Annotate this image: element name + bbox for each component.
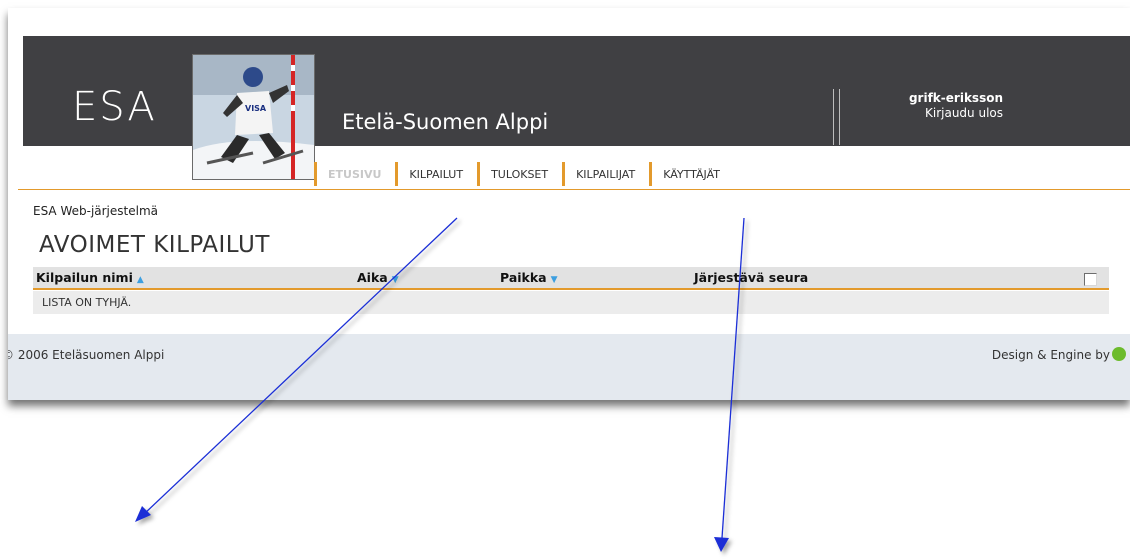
nav-item-label: KILPAILUT xyxy=(409,167,464,181)
header-divider xyxy=(833,89,843,145)
column-header-label: Järjestävä seura xyxy=(694,270,809,285)
select-all-checkbox[interactable] xyxy=(1084,273,1097,286)
page-card: ESA VISA Etelä-Suomen Alppi grifk-erikss… xyxy=(8,8,1130,400)
column-header-label: Kilpailun nimi xyxy=(36,270,133,285)
column-header-label: Paikka xyxy=(500,270,547,285)
header-photo: VISA xyxy=(192,54,315,180)
annotation-arrow-left-head xyxy=(135,506,151,522)
empty-list-row: LISTA ON TYHJÄ. xyxy=(33,291,1109,314)
logout-link[interactable]: Kirjaudu ulos xyxy=(873,106,1003,120)
nav-item-label: KILPAILIJAT xyxy=(576,167,636,181)
design-credit: Design & Engine by xyxy=(991,348,1110,362)
nav-item-tulokset[interactable]: TULOKSET xyxy=(477,162,562,186)
nav-item-label: ETUSIVU xyxy=(328,167,382,181)
annotation-arrow-right-head xyxy=(714,537,729,552)
user-panel: grifk-eriksson Kirjaudu ulos xyxy=(873,91,1003,120)
column-header-time[interactable]: Aika ▼ xyxy=(357,270,399,285)
nav-item-kilpailut[interactable]: KILPAILUT xyxy=(395,162,477,186)
username: grifk-eriksson xyxy=(908,91,1003,105)
main-nav: ETUSIVU KILPAILUT TULOKSET KILPAILIJAT K… xyxy=(314,160,734,188)
column-header-label: Aika xyxy=(357,270,388,285)
engine-logo-icon[interactable] xyxy=(1112,347,1126,361)
system-name: ESA Web-järjestelmä xyxy=(33,204,158,218)
column-header-name[interactable]: Kilpailun nimi ▲ xyxy=(36,270,144,285)
nav-item-etusivu[interactable]: ETUSIVU xyxy=(314,162,395,186)
nav-item-label: TULOKSET xyxy=(491,167,549,181)
svg-text:VISA: VISA xyxy=(245,104,267,113)
site-title: Etelä-Suomen Alppi xyxy=(342,110,549,134)
nav-item-label: KÄYTTÄJÄT xyxy=(663,167,720,181)
column-header-place[interactable]: Paikka ▼ xyxy=(500,270,558,285)
column-header-club[interactable]: Järjestävä seura xyxy=(694,270,808,285)
nav-divider xyxy=(18,189,1130,190)
site-header: ESA VISA Etelä-Suomen Alppi grifk-erikss… xyxy=(23,36,1130,180)
footer: © 2006 Eteläsuomen Alppi Design & Engine… xyxy=(8,334,1130,400)
esa-logo[interactable]: ESA xyxy=(72,84,157,130)
sort-desc-icon[interactable]: ▼ xyxy=(392,275,399,285)
competitions-table: Kilpailun nimi ▲ Aika ▼ Paikka ▼ Järjestävä… xyxy=(33,267,1109,314)
sort-asc-icon[interactable]: ▲ xyxy=(137,275,144,285)
copyright-text: © 2006 Eteläsuomen Alppi xyxy=(8,348,165,362)
nav-item-kayttajat[interactable]: KÄYTTÄJÄT xyxy=(649,162,734,186)
nav-item-kilpailijat[interactable]: KILPAILIJAT xyxy=(562,162,649,186)
sort-desc-icon[interactable]: ▼ xyxy=(551,275,558,285)
page-title: AVOIMET KILPAILUT xyxy=(39,232,270,258)
table-header: Kilpailun nimi ▲ Aika ▼ Paikka ▼ Järjestävä… xyxy=(33,267,1109,290)
